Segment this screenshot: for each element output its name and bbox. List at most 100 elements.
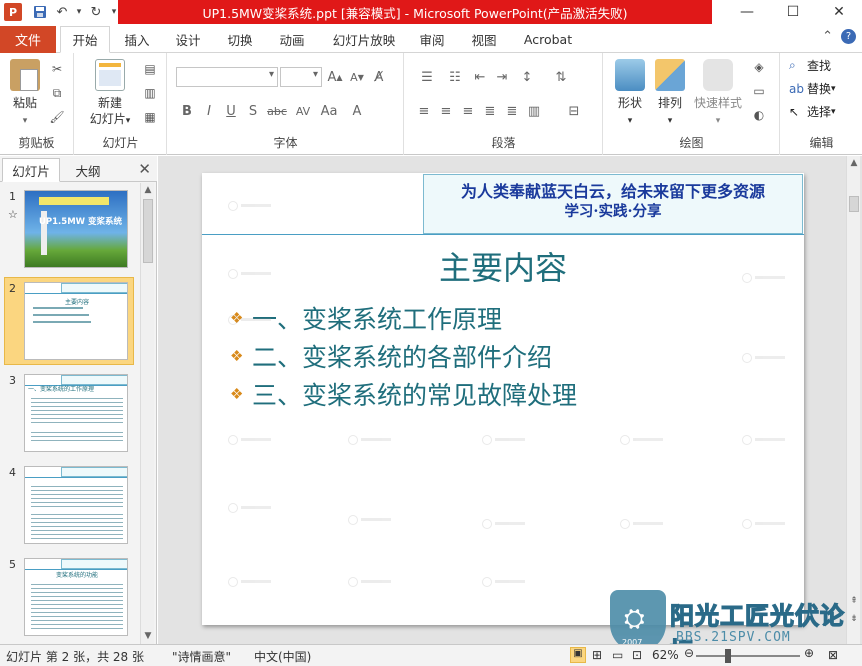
slide-title[interactable]: 主要内容 <box>202 243 804 289</box>
tab-slideshow[interactable]: 幻灯片放映 <box>325 26 403 53</box>
char-spacing-button[interactable]: AV <box>290 101 316 121</box>
underline-button[interactable]: U <box>220 101 242 121</box>
maximize-button[interactable]: ☐ <box>770 0 816 24</box>
tab-transitions[interactable]: 切换 <box>218 26 262 53</box>
paste-button[interactable]: 粘贴 ▾ <box>6 59 44 129</box>
change-case-button[interactable]: Aa <box>316 101 342 121</box>
align-center-icon[interactable]: ≡ <box>435 101 457 121</box>
section-icon[interactable]: ▦ <box>141 109 159 125</box>
tab-insert[interactable]: 插入 <box>115 26 159 53</box>
zoom-slider-thumb[interactable] <box>725 649 732 663</box>
tab-review[interactable]: 审阅 <box>410 26 454 53</box>
bullet-list[interactable]: ❖ 一、变桨系统工作原理 ❖ 二、变桨系统的各部件介绍 ❖ 三、变桨系统的常见故障处理 <box>230 299 577 413</box>
slide-thumbnail-3[interactable]: 一、变桨系统的工作原理 <box>24 374 128 452</box>
shape-outline-icon[interactable]: ▭ <box>750 83 768 99</box>
slideshow-icon[interactable]: ⊡ <box>632 648 642 662</box>
zoom-slider[interactable] <box>696 655 800 657</box>
shrink-font-icon[interactable]: A ▼ <box>346 67 368 87</box>
layout-icon[interactable]: ▤ <box>141 61 159 77</box>
increase-indent-icon[interactable]: ⇥ <box>491 67 513 87</box>
bullets-icon[interactable]: ☰ <box>413 67 441 87</box>
strikethrough-button[interactable]: abc <box>264 101 290 121</box>
slide-thumbnail-1[interactable]: UP1.5MW 变桨系统 <box>24 190 128 268</box>
tab-slides-pane[interactable]: 幻灯片 <box>2 158 60 182</box>
close-pane-icon[interactable]: ✕ <box>138 160 151 178</box>
undo-icon[interactable]: ↶ <box>52 2 72 22</box>
shape-fill-icon[interactable]: ◈ <box>750 59 768 75</box>
cut-icon[interactable]: ✂ <box>48 61 66 77</box>
align-left-icon[interactable]: ≡ <box>413 101 435 121</box>
tab-outline-pane[interactable]: 大纲 <box>64 158 112 182</box>
font-name-dropdown[interactable] <box>176 67 278 87</box>
thumb-number: 3 <box>9 374 16 387</box>
line-spacing-icon[interactable]: ↕ <box>513 67 541 87</box>
undo-dropdown-icon[interactable]: ▾ <box>74 2 84 22</box>
quick-styles-button[interactable]: 快速样式 ▾ <box>690 59 746 129</box>
normal-view-icon[interactable]: ▣ <box>570 647 586 663</box>
new-slide-button[interactable]: 新建 幻灯片▾ <box>85 59 135 129</box>
scrollbar-thumb[interactable] <box>849 196 859 212</box>
tab-animations[interactable]: 动画 <box>270 26 314 53</box>
tab-home[interactable]: 开始 <box>60 26 110 53</box>
logo-url: BBS.21SPV.COM <box>676 630 791 645</box>
close-button[interactable]: ✕ <box>816 0 862 24</box>
fit-to-window-icon[interactable]: ⊠ <box>828 648 838 662</box>
ribbon-tabs: 文件 开始 插入 设计 切换 动画 幻灯片放映 审阅 视图 Acrobat ⌃ … <box>0 24 862 53</box>
font-size-dropdown[interactable] <box>280 67 322 87</box>
slide-sorter-icon[interactable]: ⊞ <box>592 648 602 662</box>
numbering-icon[interactable]: ☷ <box>441 67 469 87</box>
scroll-up-icon[interactable]: ▲ <box>141 183 155 197</box>
clear-formatting-icon[interactable]: A̸ <box>368 67 390 87</box>
distributed-icon[interactable]: ≣ <box>501 101 523 121</box>
ribbon: 粘贴▾ ✂ ⧉ 🖌 剪贴板 新建 幻灯片▾ ▤ ▥ ▦ 幻灯片 A▲ A▼ A̸ <box>0 53 862 155</box>
slides-pane-scrollbar[interactable]: ▲ ▼ <box>140 183 154 644</box>
replace-button[interactable]: ab 替换 ▾ <box>789 80 836 97</box>
tab-file[interactable]: 文件 <box>0 26 56 53</box>
zoom-in-icon[interactable]: ⊕ <box>804 646 814 660</box>
redo-icon[interactable]: ↻ <box>86 2 106 22</box>
justify-icon[interactable]: ≣ <box>479 101 501 121</box>
font-color-button[interactable]: A <box>342 101 372 121</box>
bullet-item: ❖ 一、变桨系统工作原理 <box>230 305 503 334</box>
tab-acrobat[interactable]: Acrobat <box>516 26 580 53</box>
shapes-button[interactable]: 形状 ▾ <box>610 59 650 129</box>
find-button[interactable]: ⌕ 查找 <box>789 57 831 74</box>
shape-effects-icon[interactable]: ◐ <box>750 107 768 123</box>
slide-thumbnail-4[interactable] <box>24 466 128 544</box>
minimize-button[interactable]: — <box>724 0 770 24</box>
save-icon[interactable] <box>30 2 50 22</box>
scroll-up-icon[interactable]: ▲ <box>847 156 861 170</box>
scrollbar-thumb[interactable] <box>143 199 153 263</box>
text-direction-icon[interactable]: ⇅ <box>547 67 575 87</box>
columns-icon[interactable]: ▥ <box>523 101 545 121</box>
select-button[interactable]: ↖ 选择 ▾ <box>789 103 836 120</box>
bold-button[interactable]: B <box>176 101 198 121</box>
editing-label: 编辑 <box>809 136 834 150</box>
shadow-button[interactable]: S <box>242 101 264 121</box>
grow-font-icon[interactable]: A ▲ <box>324 67 346 87</box>
theme-name[interactable]: "诗情画意" <box>172 648 231 665</box>
minimize-ribbon-icon[interactable]: ⌃ <box>822 29 833 44</box>
editor-scrollbar[interactable]: ▲ ⇞ ⇟ <box>846 156 860 644</box>
arrange-button[interactable]: 排列 ▾ <box>650 59 690 129</box>
tab-design[interactable]: 设计 <box>166 26 210 53</box>
copy-icon[interactable]: ⧉ <box>48 85 66 101</box>
language-indicator[interactable]: 中文(中国) <box>254 648 311 665</box>
align-right-icon[interactable]: ≡ <box>457 101 479 121</box>
format-painter-icon[interactable]: 🖌 <box>48 109 66 125</box>
decrease-indent-icon[interactable]: ⇤ <box>469 67 491 87</box>
align-text-icon[interactable]: ⊟ <box>563 101 585 121</box>
tab-view[interactable]: 视图 <box>462 26 506 53</box>
italic-button[interactable]: I <box>198 101 220 121</box>
slide-thumbnail-5[interactable]: 变桨系统的功能 <box>24 558 128 636</box>
reading-view-icon[interactable]: ▭ <box>612 648 623 662</box>
zoom-out-icon[interactable]: ⊖ <box>684 646 694 660</box>
help-icon[interactable]: ? <box>841 29 856 44</box>
slide-thumbnail-2[interactable]: 主要内容 <box>24 282 128 360</box>
scroll-down-icon[interactable]: ▼ <box>141 629 155 643</box>
zoom-level[interactable]: 62% <box>652 648 679 662</box>
select-label: 选择 <box>807 105 832 119</box>
current-slide[interactable]: 为人类奉献蓝天白云，给未来留下更多资源 学习·实践·分享 主要内容 ❖ 一、变桨系… <box>202 173 804 625</box>
reset-icon[interactable]: ▥ <box>141 85 159 101</box>
powerpoint-app-icon[interactable]: P <box>4 3 22 21</box>
